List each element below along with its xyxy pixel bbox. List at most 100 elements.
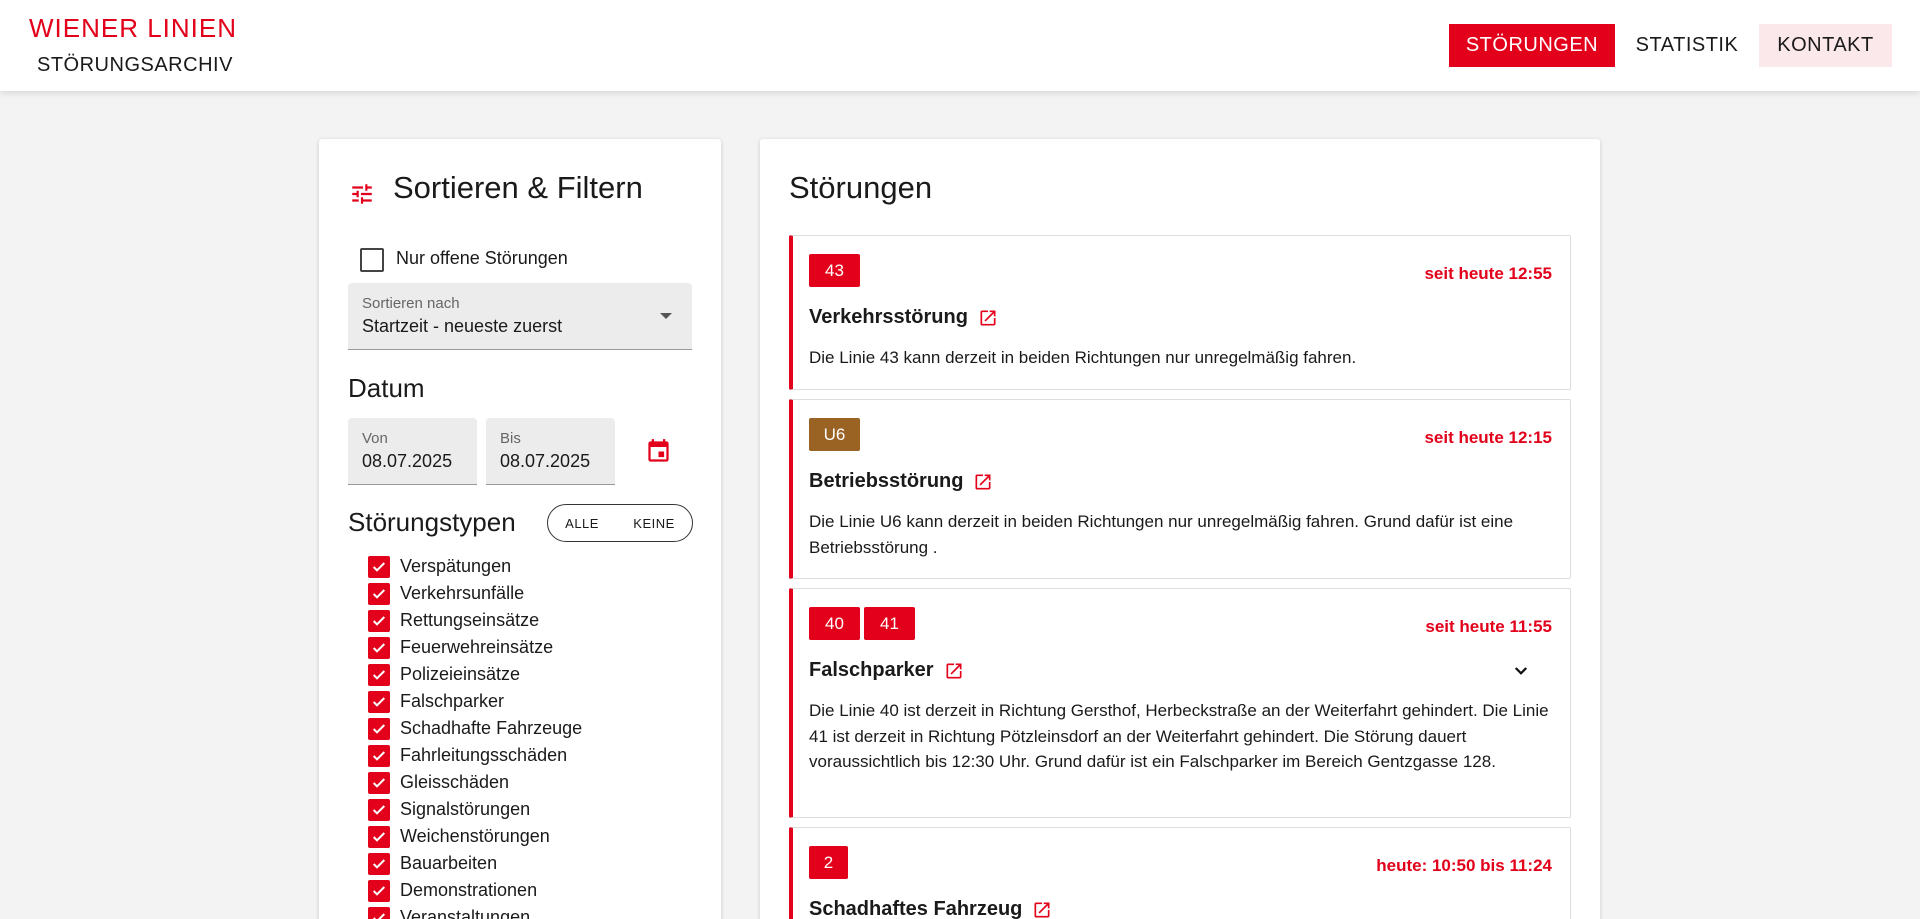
type-weichenstoerungen[interactable]: Weichenstörungen: [368, 823, 582, 850]
type-label: Weichenstörungen: [400, 826, 550, 846]
type-demonstrationen[interactable]: Demonstrationen: [368, 877, 582, 904]
list-title: Störungen: [789, 170, 933, 205]
disruption-title: Verkehrsstörung: [809, 306, 998, 329]
dropdown-arrow-icon: [660, 313, 672, 319]
open-only-label[interactable]: Nur offene Störungen: [396, 248, 568, 269]
checkbox-checked-icon[interactable]: [368, 555, 390, 578]
disruption-title: Schadhaftes Fahrzeug: [809, 898, 1052, 919]
select-none-button[interactable]: KEINE: [627, 516, 681, 531]
type-label: Bauarbeiten: [400, 853, 498, 873]
type-fahrleitungsschaeden[interactable]: Fahrleitungsschäden: [368, 742, 582, 769]
disruption-title-text: Verkehrsstörung: [809, 306, 968, 328]
checkbox-checked-icon[interactable]: [368, 798, 390, 821]
since-time: heute: 10:50 bis 11:24: [1376, 856, 1552, 875]
sort-select[interactable]: Sortieren nach Startzeit - neueste zuers…: [348, 283, 692, 350]
checkbox-checked-icon[interactable]: [368, 690, 390, 713]
nav-kontakt[interactable]: KONTAKT: [1759, 24, 1892, 67]
type-bauarbeiten[interactable]: Bauarbeiten: [368, 850, 582, 877]
type-falschparker[interactable]: Falschparker: [368, 688, 582, 715]
types-heading: Störungstypen: [348, 507, 516, 537]
line-badge: U6: [809, 418, 860, 451]
open-in-new-icon[interactable]: [973, 472, 993, 492]
line-badges: 43: [809, 254, 860, 287]
checkbox-checked-icon[interactable]: [368, 636, 390, 659]
disruption-card[interactable]: 43 seit heute 12:55 Verkehrsstörung Die …: [789, 235, 1571, 390]
type-verspaetungen[interactable]: Verspätungen: [368, 553, 582, 580]
sort-caption: Sortieren nach: [362, 295, 460, 312]
line-badges: U6: [809, 418, 860, 451]
type-polizeieinsaetze[interactable]: Polizeieinsätze: [368, 661, 582, 688]
type-label: Gleisschäden: [400, 772, 510, 792]
type-label: Veranstaltungen: [400, 907, 531, 919]
type-signalstoerungen[interactable]: Signalstörungen: [368, 796, 582, 823]
checkbox-checked-icon[interactable]: [368, 609, 390, 632]
disruption-text: Die Linie 40 ist derzeit in Richtung Ger…: [809, 701, 1549, 771]
disruption-title-text: Schadhaftes Fahrzeug: [809, 898, 1023, 919]
disruption-list-panel: Störungen 43 seit heute 12:55 Verkehrsst…: [760, 139, 1600, 919]
date-to-value: 08.07.2025: [500, 451, 591, 471]
type-label: Verkehrsunfälle: [400, 583, 525, 603]
disruption-text: Die Linie 43 kann derzeit in beiden Rich…: [809, 348, 1357, 367]
checkbox-checked-icon[interactable]: [368, 663, 390, 686]
checkbox-checked-icon[interactable]: [368, 879, 390, 902]
open-in-new-icon[interactable]: [1032, 900, 1052, 919]
disruption-title-text: Falschparker: [809, 659, 934, 681]
type-verkehrsunfaelle[interactable]: Verkehrsunfälle: [368, 580, 582, 607]
since-time: seit heute 11:55: [1425, 617, 1552, 636]
type-label: Signalstörungen: [400, 799, 531, 819]
brand-subtitle: STÖRUNGSARCHIV: [37, 54, 233, 76]
type-label: Fahrleitungsschäden: [400, 745, 568, 765]
nav-statistik[interactable]: STATISTIK: [1622, 24, 1752, 67]
type-feuerwehreinsaetze[interactable]: Feuerwehreinsätze: [368, 634, 582, 661]
checkbox-checked-icon[interactable]: [368, 582, 390, 605]
type-label: Rettungseinsätze: [400, 610, 540, 630]
open-in-new-icon[interactable]: [944, 661, 964, 681]
checkbox-checked-icon[interactable]: [368, 906, 390, 919]
type-label: Verspätungen: [400, 556, 512, 576]
select-all-button[interactable]: ALLE: [559, 516, 605, 531]
checkbox-checked-icon[interactable]: [368, 771, 390, 794]
filter-title: Sortieren & Filtern: [393, 170, 643, 205]
disruption-title: Betriebsstörung: [809, 470, 993, 493]
line-badge: 40: [809, 607, 860, 640]
disruption-card[interactable]: 2 heute: 10:50 bis 11:24 Schadhaftes Fah…: [789, 827, 1571, 919]
type-gleisschaeden[interactable]: Gleisschäden: [368, 769, 582, 796]
date-to-caption: Bis: [500, 430, 521, 447]
type-label: Polizeieinsätze: [400, 664, 521, 684]
date-heading: Datum: [348, 373, 425, 403]
tune-icon: [352, 184, 372, 204]
date-from-caption: Von: [362, 430, 388, 447]
line-badge: 43: [809, 254, 860, 287]
checkbox-checked-icon[interactable]: [368, 825, 390, 848]
type-rettungseinsaetze[interactable]: Rettungseinsätze: [368, 607, 582, 634]
nav-stoerungen[interactable]: STÖRUNGEN: [1449, 24, 1615, 67]
date-from-value: 08.07.2025: [362, 451, 453, 471]
disruption-text: Die Linie U6 kann derzeit in beiden Rich…: [809, 512, 1514, 557]
type-label: Feuerwehreinsätze: [400, 637, 554, 657]
line-badges: 2: [809, 846, 848, 879]
type-list: Verspätungen Verkehrsunfälle Rettungsein…: [368, 553, 582, 919]
date-from-field[interactable]: Von 08.07.2025: [348, 418, 477, 485]
type-label: Falschparker: [400, 691, 505, 711]
type-veranstaltungen[interactable]: Veranstaltungen: [368, 904, 582, 919]
disruption-title: Falschparker: [809, 659, 964, 682]
disruption-card[interactable]: 40 41 seit heute 11:55 Falschparker Die …: [789, 588, 1571, 818]
all-none-toggle: ALLE KEINE: [547, 504, 693, 542]
chevron-down-icon[interactable]: [1512, 662, 1530, 680]
type-label: Demonstrationen: [400, 880, 538, 900]
type-schadhafte-fahrzeuge[interactable]: Schadhafte Fahrzeuge: [368, 715, 582, 742]
line-badge: 41: [864, 607, 915, 640]
open-in-new-icon[interactable]: [978, 308, 998, 328]
date-to-field[interactable]: Bis 08.07.2025: [486, 418, 615, 485]
checkbox-checked-icon[interactable]: [368, 717, 390, 740]
filter-panel: Sortieren & Filtern Nur offene Störungen…: [319, 139, 721, 919]
open-only-checkbox[interactable]: [360, 248, 384, 272]
calendar-icon[interactable]: [645, 438, 672, 465]
type-label: Schadhafte Fahrzeuge: [400, 718, 583, 738]
checkbox-checked-icon[interactable]: [368, 852, 390, 875]
sort-value: Startzeit - neueste zuerst: [362, 316, 563, 336]
line-badge: 2: [809, 846, 848, 879]
checkbox-checked-icon[interactable]: [368, 744, 390, 767]
disruption-card[interactable]: U6 seit heute 12:15 Betriebsstörung Die …: [789, 399, 1571, 579]
brand-title[interactable]: WIENER LINIEN: [29, 13, 237, 44]
